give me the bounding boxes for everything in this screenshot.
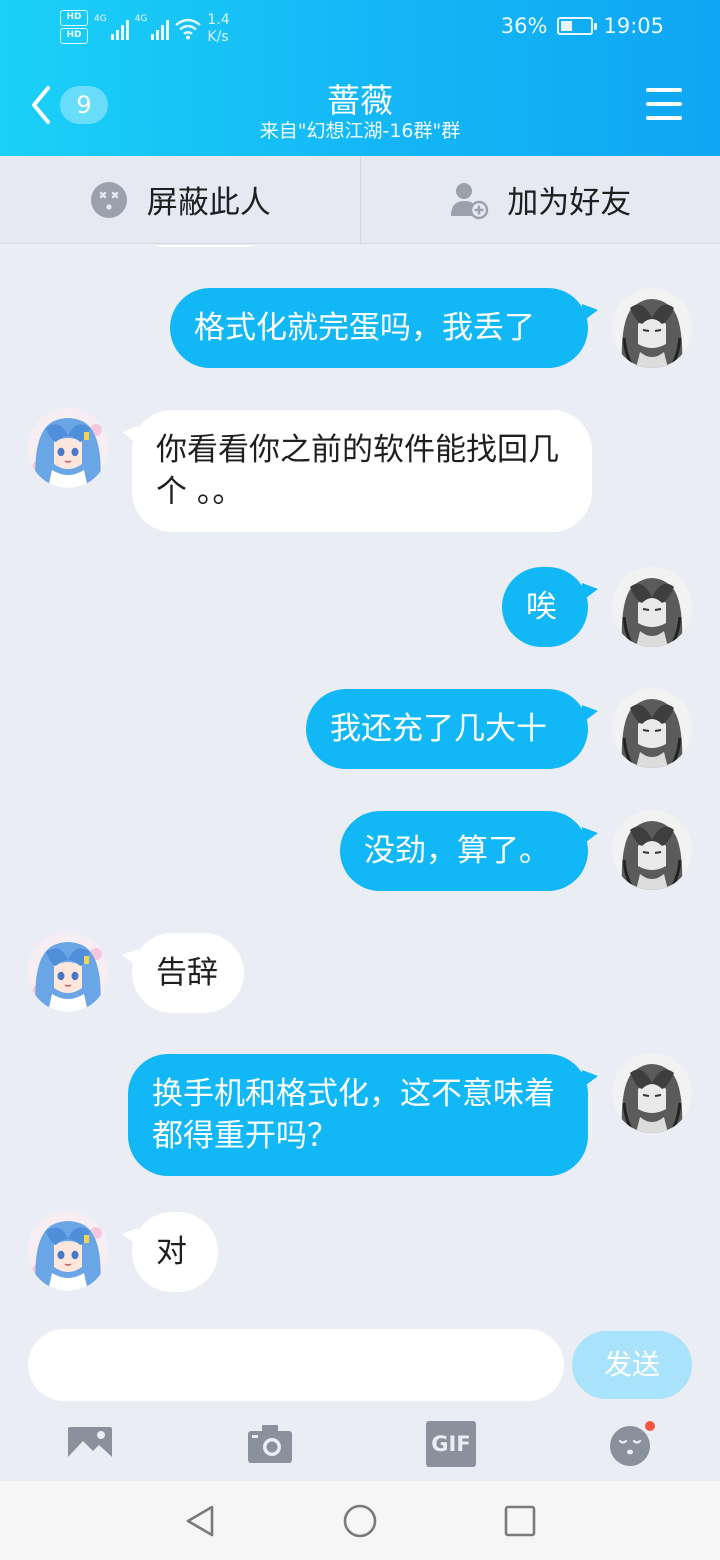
contact-avatar[interactable] [28, 932, 108, 1012]
gif-icon[interactable]: GIF [426, 1421, 476, 1467]
message-bubble[interactable]: 格式化就完蛋吗，我丢了 [170, 288, 598, 368]
add-user-icon [451, 182, 489, 219]
nav-back-icon[interactable] [182, 1503, 218, 1539]
message-bubble[interactable]: 对 [122, 1212, 218, 1292]
status-left: HD HD 4G 4G 1.4 K/s [60, 10, 230, 46]
wifi-icon [175, 18, 202, 40]
nav-recents-icon[interactable] [502, 1503, 538, 1539]
network-type: 4G [94, 14, 107, 24]
camera-icon[interactable] [246, 1421, 296, 1467]
my-avatar[interactable] [612, 567, 692, 647]
block-face-icon [90, 181, 127, 218]
hd-indicators: HD HD [60, 10, 88, 44]
nav-home-icon[interactable] [342, 1503, 378, 1539]
message-list[interactable]: 格式化就完蛋吗，我丢了你看看你之前的软件能找回几个 。。唉我还充了几大十没劲，算… [0, 245, 720, 1315]
block-user-label: 屏蔽此人 [146, 185, 271, 221]
message-bubble[interactable]: 我还充了几大十 [306, 689, 598, 769]
battery-percent: 36% [500, 14, 548, 38]
stranger-action-bar: 屏蔽此人 加为好友 [0, 156, 720, 244]
message-input[interactable] [28, 1329, 564, 1401]
my-avatar[interactable] [612, 1053, 692, 1133]
add-friend-button[interactable]: 加为好友 [359, 156, 720, 243]
speed-unit: K/s [207, 29, 229, 45]
app-header: HD HD 4G 4G 1.4 K/s 36% 19:05 9 蔷薇 来自"幻想… [0, 0, 720, 156]
status-bar: HD HD 4G 4G 1.4 K/s 36% 19:05 [0, 0, 720, 56]
speed-value: 1.4 [207, 12, 230, 28]
message-bubble[interactable]: 换手机和格式化，这不意味着都得重开吗？ [128, 1054, 598, 1176]
previous-message-edge [150, 245, 260, 247]
chat-subtitle: 来自"幻想江湖-16群"群 [259, 120, 461, 142]
chat-title: 蔷薇 [327, 81, 393, 120]
my-avatar[interactable] [612, 288, 692, 368]
hd-icon: HD [60, 10, 88, 26]
contact-avatar[interactable] [28, 1211, 108, 1291]
block-user-button[interactable]: 屏蔽此人 [0, 156, 360, 243]
signal-icon: 4G [94, 14, 129, 40]
emoji-icon[interactable] [606, 1421, 656, 1467]
system-navigation-bar [0, 1481, 720, 1560]
clock: 19:05 [603, 14, 664, 38]
contact-avatar[interactable] [28, 408, 108, 488]
hd-icon: HD [60, 28, 88, 44]
status-right: 36% 19:05 [501, 14, 664, 38]
hamburger-menu-icon[interactable] [646, 88, 682, 120]
battery-icon [557, 17, 598, 35]
network-type: 4G [134, 14, 148, 24]
network-speed: 1.4 K/s [207, 12, 229, 46]
picture-icon[interactable] [66, 1421, 116, 1467]
send-button[interactable]: 发送 [572, 1331, 692, 1399]
my-avatar[interactable] [612, 688, 692, 768]
my-avatar[interactable] [612, 810, 692, 890]
message-bubble[interactable]: 没劲，算了。 [340, 811, 598, 891]
composer: 发送 [0, 1315, 720, 1415]
notification-dot [645, 1421, 655, 1431]
composer-toolbar: GIF [0, 1415, 720, 1481]
signal-icon: 4G [135, 14, 170, 40]
message-bubble[interactable]: 你看看你之前的软件能找回几个 。。 [122, 410, 592, 532]
message-bubble[interactable]: 唉 [502, 567, 598, 647]
add-friend-label: 加为好友 [507, 185, 632, 221]
message-bubble[interactable]: 告辞 [122, 933, 244, 1013]
